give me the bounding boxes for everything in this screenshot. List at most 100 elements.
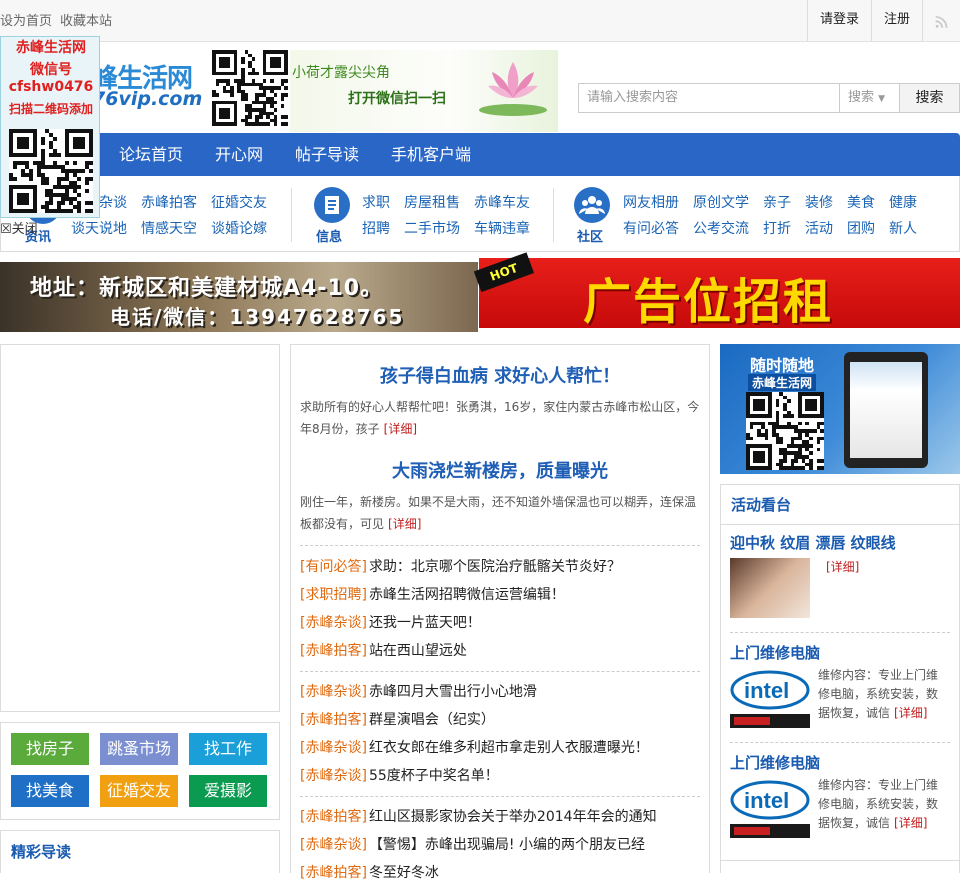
post-title[interactable]: 【警惕】赤峰出现骗局! 小编的两个朋友已经 bbox=[369, 837, 645, 853]
news-link-6[interactable]: 谈婚论嫁 bbox=[211, 218, 267, 238]
nav-happy-net[interactable]: 开心网 bbox=[215, 133, 263, 176]
activity-more-link[interactable]: [详细] bbox=[894, 706, 927, 720]
community-link-11[interactable]: 团购 bbox=[847, 218, 875, 238]
tile-label: 跳蚤市场 bbox=[106, 739, 171, 758]
list-item[interactable]: [赤峰拍客] 群星演唱会（纪实） bbox=[300, 709, 495, 729]
community-link-6[interactable]: 健康 bbox=[889, 192, 917, 212]
activity-heading[interactable]: 上门维修电脑 bbox=[730, 752, 820, 773]
tile-find-food[interactable]: 找美食 bbox=[11, 775, 89, 807]
activity-more-link[interactable]: [详细] bbox=[826, 560, 859, 574]
login-link[interactable]: 请登录 bbox=[806, 0, 871, 41]
activity-more-link[interactable]: [详细] bbox=[894, 816, 927, 830]
search-scope-select[interactable]: 搜索 ▼ bbox=[840, 83, 900, 113]
register-link[interactable]: 注册 bbox=[870, 0, 922, 41]
info-link-4[interactable]: 招聘 bbox=[362, 218, 390, 238]
post-title[interactable]: 红衣女郎在维多利超市拿走别人衣服遭曝光！ bbox=[369, 740, 649, 756]
post-tag[interactable]: [赤峰拍客] bbox=[300, 809, 367, 825]
list-item[interactable]: [赤峰杂谈] 55度杯子中奖名单！ bbox=[300, 765, 499, 785]
community-link-7[interactable]: 有问必答 bbox=[623, 218, 679, 238]
featured-more-link[interactable]: [详细] bbox=[388, 517, 421, 531]
nav-forum-home[interactable]: 论坛首页 bbox=[119, 133, 183, 176]
list-item[interactable]: [赤峰杂谈] 【警惕】赤峰出现骗局! 小编的两个朋友已经 bbox=[300, 834, 645, 854]
tile-flea-market[interactable]: 跳蚤市场 bbox=[100, 733, 178, 765]
search-input[interactable]: 请输入搜索内容 bbox=[578, 83, 840, 113]
info-link-3[interactable]: 赤峰车友 bbox=[474, 192, 530, 212]
site-logo[interactable]: 峰生活网 76vip.com bbox=[92, 58, 208, 110]
tile-find-house[interactable]: 找房子 bbox=[11, 733, 89, 765]
list-item[interactable]: [赤峰拍客] 冬至好冬冰 bbox=[300, 862, 439, 882]
info-link-2[interactable]: 房屋租售 bbox=[404, 192, 460, 212]
community-link-8[interactable]: 公考交流 bbox=[693, 218, 749, 238]
post-title[interactable]: 赤峰四月大雪出行小心地滑 bbox=[369, 684, 537, 700]
featured-title-1[interactable]: 孩子得白血病 求好心人帮忙！ bbox=[290, 362, 710, 388]
tile-find-job[interactable]: 找工作 bbox=[189, 733, 267, 765]
post-tag[interactable]: [赤峰杂谈] bbox=[300, 615, 367, 631]
post-tag[interactable]: [赤峰拍客] bbox=[300, 865, 367, 881]
community-link-1[interactable]: 网友相册 bbox=[623, 192, 679, 212]
set-homepage-link[interactable]: 设为首页 bbox=[0, 10, 52, 29]
post-title[interactable]: 红山区摄影家协会关于举办2014年年会的通知 bbox=[369, 809, 657, 825]
floating-wechat-ad[interactable]: 赤峰生活网 微信号 cfshw0476 扫描二维码添加 bbox=[0, 36, 100, 218]
intel-image[interactable]: intel bbox=[730, 778, 810, 838]
post-tag[interactable]: [赤峰杂谈] bbox=[300, 768, 367, 784]
address-ad-banner[interactable]: 地址：新城区和美建材城A4-10。 电话/微信：13947628765 bbox=[0, 262, 478, 332]
list-item[interactable]: [有问必答] 求助：北京哪个医院治疗骶髂关节炎好？ bbox=[300, 556, 621, 576]
bookmark-link[interactable]: 收藏本站 bbox=[60, 10, 112, 29]
info-link-1[interactable]: 求职 bbox=[362, 192, 390, 212]
community-link-4[interactable]: 装修 bbox=[805, 192, 833, 212]
list-item[interactable]: [赤峰拍客] 红山区摄影家协会关于举办2014年年会的通知 bbox=[300, 806, 657, 826]
nav-post-guide[interactable]: 帖子导读 bbox=[295, 133, 359, 176]
rss-icon[interactable] bbox=[922, 0, 960, 41]
top-links: 设为首页 收藏本站 bbox=[0, 10, 112, 29]
info-link-6[interactable]: 车辆违章 bbox=[474, 218, 530, 238]
post-title[interactable]: 求助：北京哪个医院治疗骶髂关节炎好？ bbox=[369, 559, 621, 575]
post-title[interactable]: 站在西山望远处 bbox=[369, 643, 467, 659]
activity-heading[interactable]: 迎中秋 纹眉 漂唇 纹眼线 bbox=[730, 532, 896, 553]
guide-panel: 精彩导读 bbox=[0, 830, 280, 873]
community-link-9[interactable]: 打折 bbox=[763, 218, 791, 238]
community-category-title[interactable]: 社区 bbox=[577, 226, 603, 245]
post-tag[interactable]: [赤峰杂谈] bbox=[300, 740, 367, 756]
post-tag[interactable]: [求职招聘] bbox=[300, 587, 367, 603]
activity-heading[interactable]: 上门维修电脑 bbox=[730, 642, 820, 663]
tile-photography[interactable]: 爱摄影 bbox=[189, 775, 267, 807]
post-tag[interactable]: [赤峰杂谈] bbox=[300, 684, 367, 700]
post-tag[interactable]: [赤峰拍客] bbox=[300, 712, 367, 728]
mobile-app-banner[interactable]: 随时随地 赤峰生活网 bbox=[720, 344, 960, 474]
featured-more-link[interactable]: [详细] bbox=[384, 422, 417, 436]
post-tag[interactable]: [赤峰拍客] bbox=[300, 643, 367, 659]
list-item[interactable]: [赤峰杂谈] 赤峰四月大雪出行小心地滑 bbox=[300, 681, 537, 701]
info-category-title[interactable]: 信息 bbox=[316, 226, 342, 245]
list-item[interactable]: [赤峰杂谈] 红衣女郎在维多利超市拿走别人衣服遭曝光！ bbox=[300, 737, 649, 757]
post-title[interactable]: 55度杯子中奖名单！ bbox=[369, 768, 499, 784]
activity-image[interactable] bbox=[730, 558, 810, 618]
post-tag[interactable]: [赤峰杂谈] bbox=[300, 837, 367, 853]
post-title[interactable]: 还我一片蓝天吧！ bbox=[369, 615, 481, 631]
post-title[interactable]: 赤峰生活网招聘微信运营编辑！ bbox=[369, 587, 565, 603]
news-link-5[interactable]: 情感天空 bbox=[141, 218, 197, 238]
post-tag[interactable]: [有问必答] bbox=[300, 559, 367, 575]
top-bar-right: 请登录 注册 bbox=[806, 0, 960, 41]
post-title[interactable]: 冬至好冬冰 bbox=[369, 865, 439, 881]
featured-title-2[interactable]: 大雨浇烂新楼房，质量曝光 bbox=[290, 457, 710, 483]
post-title[interactable]: 群星演唱会（纪实） bbox=[369, 712, 495, 728]
community-link-2[interactable]: 原创文学 bbox=[693, 192, 749, 212]
info-link-5[interactable]: 二手市场 bbox=[404, 218, 460, 238]
ad-space-banner[interactable]: HOT 广告位招租 bbox=[473, 252, 960, 330]
community-link-3[interactable]: 亲子 bbox=[763, 192, 791, 212]
news-link-2[interactable]: 赤峰拍客 bbox=[141, 192, 197, 212]
community-link-10[interactable]: 活动 bbox=[805, 218, 833, 238]
community-link-12[interactable]: 新人 bbox=[889, 218, 917, 238]
hot-badge: HOT bbox=[473, 252, 534, 293]
nav-mobile-client[interactable]: 手机客户端 bbox=[391, 133, 471, 176]
list-item[interactable]: [赤峰杂谈] 还我一片蓝天吧！ bbox=[300, 612, 481, 632]
tile-dating[interactable]: 征婚交友 bbox=[100, 775, 178, 807]
float-ad-close[interactable]: ☒关闭 bbox=[0, 218, 38, 237]
search-button[interactable]: 搜索 bbox=[900, 83, 960, 113]
list-item[interactable]: [求职招聘] 赤峰生活网招聘微信运营编辑！ bbox=[300, 584, 565, 604]
news-link-4[interactable]: 谈天说地 bbox=[71, 218, 127, 238]
list-item[interactable]: [赤峰拍客] 站在西山望远处 bbox=[300, 640, 467, 660]
intel-image[interactable]: intel bbox=[730, 668, 810, 728]
community-link-5[interactable]: 美食 bbox=[847, 192, 875, 212]
news-link-3[interactable]: 征婚交友 bbox=[211, 192, 267, 212]
